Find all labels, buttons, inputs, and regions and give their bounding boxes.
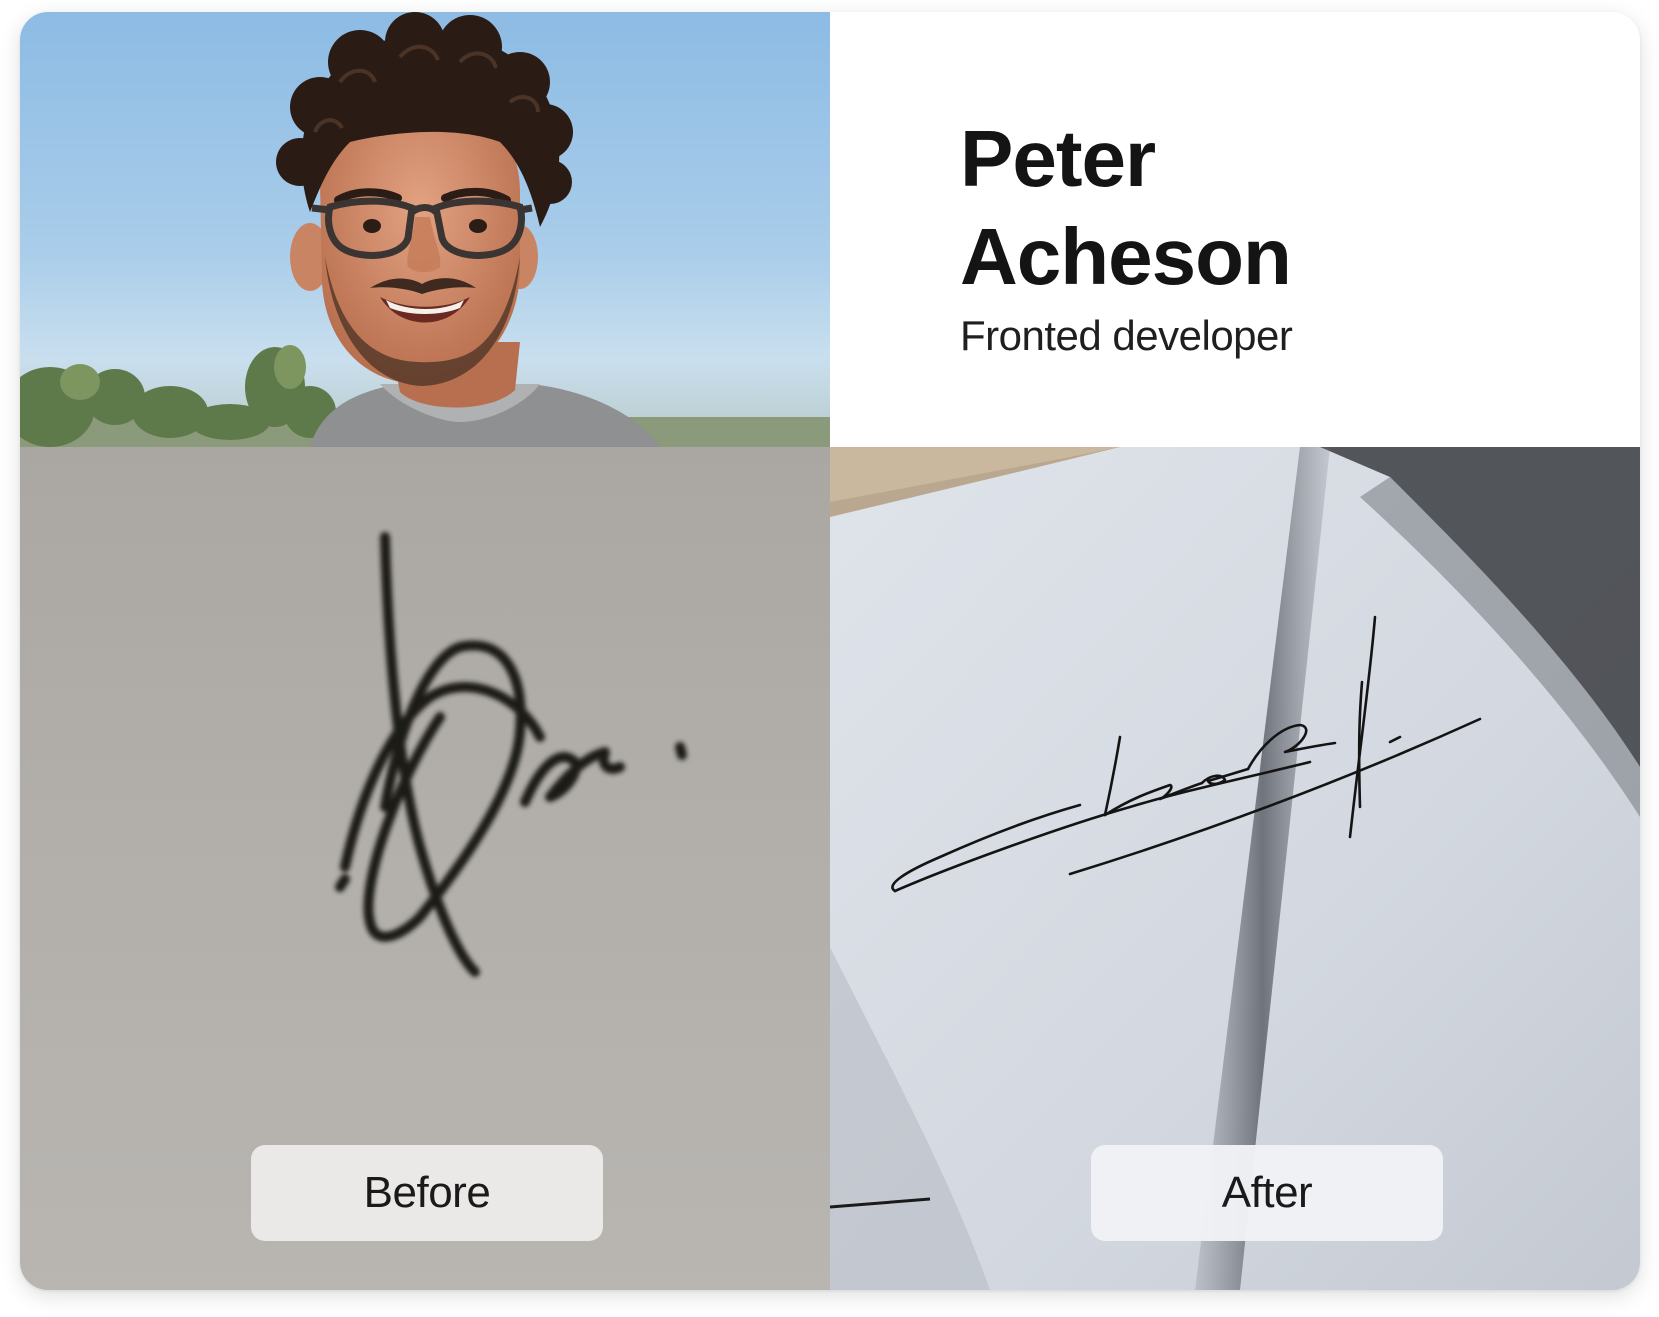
before-button[interactable]: Before [251, 1145, 603, 1241]
profile-photo [20, 12, 830, 447]
before-signature-panel: Before [20, 447, 830, 1290]
portrait-illustration [20, 12, 830, 447]
after-signature-panel: After [830, 447, 1640, 1290]
profile-role: Fronted developer [960, 312, 1293, 359]
profile-card: Peter Acheson Fronted developer Before A… [20, 12, 1640, 1290]
profile-name: Peter Acheson [960, 110, 1292, 306]
last-name: Acheson [960, 212, 1292, 301]
profile-info: Peter Acheson Fronted developer [830, 12, 1640, 447]
first-name: Peter [960, 114, 1156, 203]
after-button[interactable]: After [1091, 1145, 1443, 1241]
